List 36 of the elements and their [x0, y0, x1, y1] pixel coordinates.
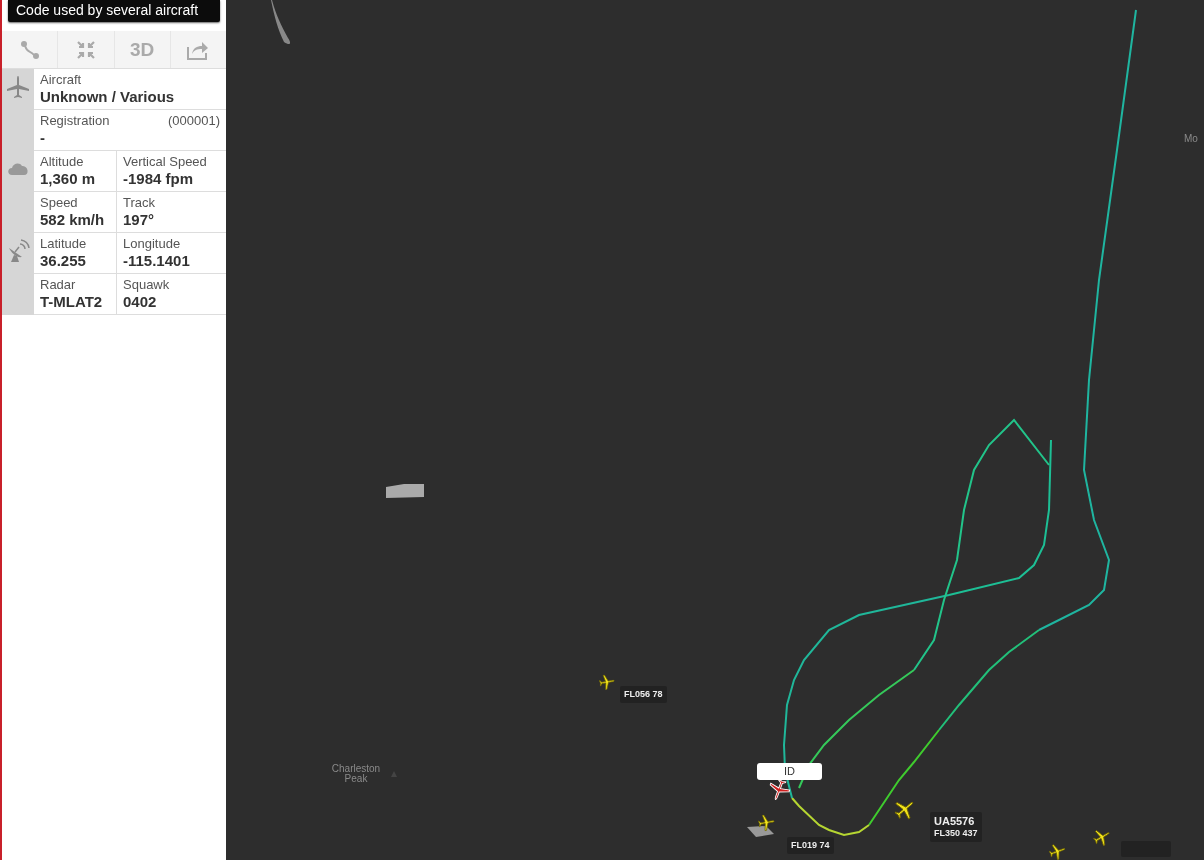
field-label: Longitude [123, 236, 181, 251]
field-label: Speed [40, 195, 78, 210]
altitude-speed-label: FL019 74 [791, 840, 830, 851]
field-label: Aircraft [40, 72, 82, 87]
field-label: Registration [40, 113, 110, 128]
aircraft-tooltip: ID [757, 763, 822, 780]
field-value: Unknown / Various [40, 88, 176, 105]
field-label: Radar [40, 277, 76, 292]
field-value: 36.255 [40, 252, 87, 269]
satellite-dish-icon [6, 239, 30, 263]
airplane-marker-icon[interactable] [756, 812, 776, 832]
route-icon [19, 39, 40, 60]
map-area[interactable]: Charleston Peak Mo FL056 78 ID FL019 74 UA5576 FL350 437 [226, 0, 1204, 860]
field-value: T-MLAT2 [40, 293, 104, 310]
altitude-speed-label: FL056 78 [624, 689, 663, 700]
notice-label: Code used by several aircraft [8, 0, 220, 22]
field-value: 197° [123, 211, 156, 228]
altitude-speed-label: FL350 437 [934, 828, 978, 839]
airplane-icon [6, 75, 30, 99]
field-value: - [40, 129, 46, 146]
field-value: -1984 fpm [123, 170, 195, 187]
place-label: Charleston Peak [330, 764, 382, 784]
field-label: Altitude [40, 154, 84, 169]
field-label: Latitude [40, 236, 87, 251]
field-label: Track [123, 195, 156, 210]
field-value: 1,360 m [40, 170, 97, 187]
collapse-icon [75, 39, 96, 60]
field-value: 0402 [123, 293, 158, 310]
place-label: Mo [1184, 133, 1198, 144]
callsign-label: UA5576 [934, 815, 976, 828]
airplane-marker-icon[interactable] [597, 672, 617, 692]
field-value: -115.1401 [123, 252, 191, 269]
field-label: Vertical Speed [123, 154, 207, 169]
field-code: (000001) [167, 113, 220, 128]
field-label: Squawk [123, 277, 170, 292]
field-value: 582 km/h [40, 211, 106, 228]
